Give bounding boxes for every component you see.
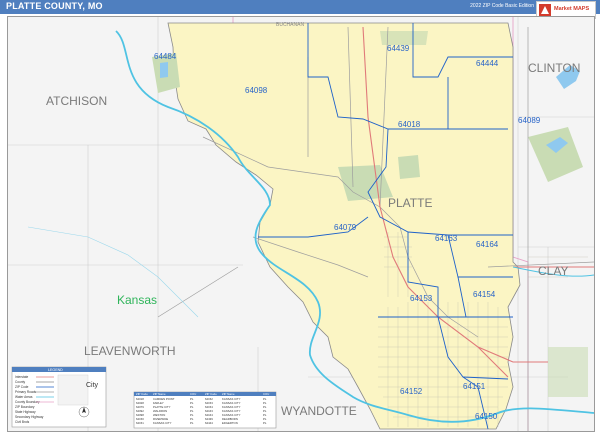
legend-entry-9: Civil Bnds xyxy=(15,420,30,424)
legend-entry-3: Primary Roads xyxy=(15,390,36,394)
zip-table-row-cell: PL xyxy=(190,421,194,425)
edition-label: 2022 ZIP Code Basic Edition xyxy=(470,3,534,9)
zip-label-64150: 64150 xyxy=(475,412,498,421)
county-label-buchanan: BUCHANAN xyxy=(276,22,304,28)
zip-table-row-b-cell: PL xyxy=(263,421,267,425)
zip-label-64153: 64153 xyxy=(410,294,433,303)
zip-label-64152: 64152 xyxy=(400,387,423,396)
county-label-clay: CLAY xyxy=(538,264,568,278)
zip-table-header-name-b: ZIP Name xyxy=(222,392,235,396)
zip-label-64444: 64444 xyxy=(476,59,499,68)
legend-city-label: City xyxy=(86,382,99,389)
zip-label-64098: 64098 xyxy=(245,86,268,95)
zip-label-64079: 64079 xyxy=(334,223,357,232)
county-label-platte: PLATTE xyxy=(388,196,432,210)
zip-label-64164: 64164 xyxy=(476,240,499,249)
zip-table-row-b-cell: 64444 xyxy=(205,421,213,425)
title-bar: PLATTE COUNTY, MO 2022 ZIP Code Basic Ed… xyxy=(0,0,600,14)
zip-label-64018: 64018 xyxy=(398,120,421,129)
legend-entry-7: State Highway xyxy=(15,410,36,414)
zip-label-64439: 64439 xyxy=(387,44,410,53)
zip-table: ZIP Code ZIP Name COU ZIP Code ZIP Name … xyxy=(133,391,277,429)
county-label-clinton: CLINTON xyxy=(528,61,580,75)
zip-table-row-cell: KANSAS CITY xyxy=(153,421,172,425)
legend-entry-0: Interstate xyxy=(15,375,29,379)
zip-table-header-name: ZIP Name xyxy=(153,392,166,396)
zip-table-header-code-b: ZIP Code xyxy=(205,392,217,396)
zip-label-64089: 64089 xyxy=(518,116,541,125)
logo-text: Market MAPS xyxy=(554,6,589,12)
legend-entry-6: ZIP Boundary xyxy=(15,405,35,409)
zip-table-header-county-b: COU xyxy=(263,392,269,396)
zip-table-header-code: ZIP Code xyxy=(136,392,148,396)
map-canvas[interactable]: ATCHISON LEAVENWORTH WYANDOTTE CLINTON C… xyxy=(7,16,595,432)
map-svg: ATCHISON LEAVENWORTH WYANDOTTE CLINTON C… xyxy=(8,17,594,431)
zip-table-header-county: COU xyxy=(190,392,196,396)
legend-entry-4: Water Areas xyxy=(15,395,33,399)
zip-label-64163: 64163 xyxy=(435,234,458,243)
county-label-wyandotte: WYANDOTTE xyxy=(281,404,357,418)
zip-label-64151: 64151 xyxy=(463,382,486,391)
map-page: PLATTE COUNTY, MO 2022 ZIP Code Basic Ed… xyxy=(0,0,600,436)
legend-entry-8: Secondary Highway xyxy=(15,415,44,419)
legend-entry-1: County xyxy=(15,380,26,384)
county-label-atchison: ATCHISON xyxy=(46,94,107,108)
legend-box: LEGEND Interstate County ZIP Code Primar… xyxy=(11,366,107,428)
zip-table-row-b-cell: EDGERTON xyxy=(222,421,238,425)
zip-label-64484: 64484 xyxy=(154,52,177,61)
legend-entry-2: ZIP Code xyxy=(15,385,29,389)
state-label-kansas: Kansas xyxy=(117,293,157,307)
zip-label-64154: 64154 xyxy=(473,290,496,299)
map-title: PLATTE COUNTY, MO xyxy=(6,1,103,11)
zip-table-row-cell: 64151 xyxy=(136,421,144,425)
legend-title: LEGEND xyxy=(48,368,63,372)
county-label-leavenworth: LEAVENWORTH xyxy=(84,344,176,358)
